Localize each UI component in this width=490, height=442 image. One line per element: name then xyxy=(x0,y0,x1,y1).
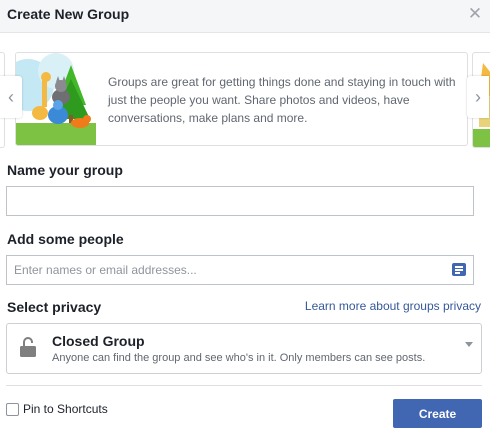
chevron-right-icon[interactable]: › xyxy=(467,76,489,118)
privacy-selector[interactable]: Closed Group Anyone can find the group a… xyxy=(6,323,482,374)
dialog-title: Create New Group xyxy=(7,6,130,22)
carousel-card: Groups are great for getting things done… xyxy=(15,52,468,146)
dialog-header: Create New Group ✕ xyxy=(0,0,490,33)
name-group-label: Name your group xyxy=(7,162,123,178)
add-people-placeholder: Enter names or email addresses... xyxy=(14,263,197,277)
add-people-label: Add some people xyxy=(7,231,124,247)
contact-list-icon[interactable] xyxy=(452,263,466,276)
footer-divider xyxy=(6,385,482,386)
privacy-option-description: Anyone can find the group and see who's … xyxy=(52,352,426,364)
chevron-left-icon[interactable]: ‹ xyxy=(0,76,22,118)
groups-illustration xyxy=(16,53,96,145)
chevron-down-icon xyxy=(465,342,473,347)
groups-info-carousel: Groups are great for getting things done… xyxy=(0,52,490,148)
privacy-option-title: Closed Group xyxy=(52,333,145,349)
pin-to-shortcuts-label: Pin to Shortcuts xyxy=(23,402,108,416)
carousel-card-text: Groups are great for getting things done… xyxy=(108,75,456,125)
add-people-input[interactable]: Enter names or email addresses... xyxy=(6,255,474,285)
close-icon[interactable]: ✕ xyxy=(466,5,484,23)
select-privacy-label: Select privacy xyxy=(7,299,102,315)
create-button[interactable]: Create xyxy=(393,399,482,428)
pin-to-shortcuts-checkbox[interactable] xyxy=(6,403,19,416)
lock-icon xyxy=(20,337,36,357)
learn-more-privacy-link[interactable]: Learn more about groups privacy xyxy=(305,299,481,313)
group-name-input[interactable] xyxy=(6,186,474,216)
